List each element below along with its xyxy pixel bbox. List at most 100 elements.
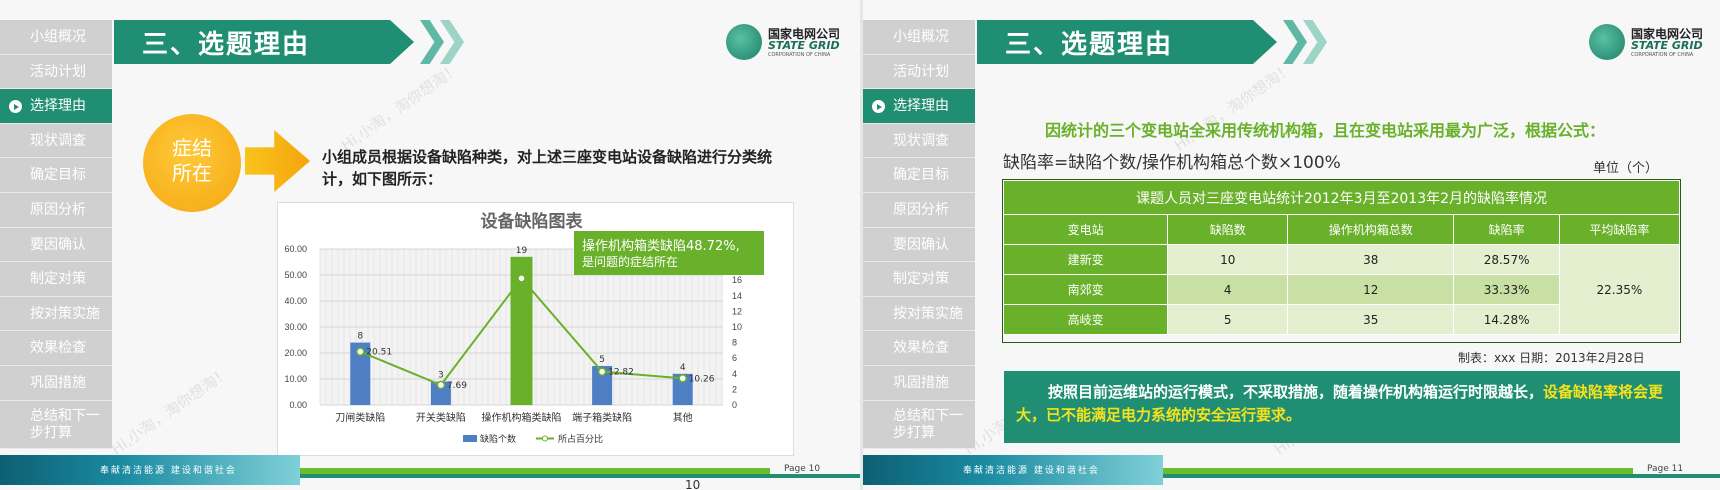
sidebar-item-label: 按对策实施 xyxy=(30,305,100,322)
sidebar-item-key-cause[interactable]: 要因确认 xyxy=(863,227,975,263)
bar-value-label: 3 xyxy=(438,371,444,381)
category-label: 其他 xyxy=(673,411,693,424)
sidebar-item-label: 选择理由 xyxy=(30,98,86,115)
sidebar-item-cause-analysis[interactable]: 原因分析 xyxy=(0,192,112,228)
footer-slogan: 奉献清洁能源 建设和谐社会 xyxy=(963,466,1100,476)
sidebar-item-key-cause[interactable]: 要因确认 xyxy=(0,227,112,263)
sidebar-item-label: 原因分析 xyxy=(893,201,949,218)
sidebar-item-summary[interactable]: 总结和下一步打算 xyxy=(0,400,112,449)
intro-text: 因统计的三个变电站全采用传统机构箱，且在变电站采用最为广泛，根据公式： xyxy=(1045,121,1606,140)
table-row: 建新变 10 38 28.57% 22.35% xyxy=(1002,244,1681,335)
callout-text: 操作机构箱类缺陷48.72%, xyxy=(582,238,740,254)
sidebar-item-status-survey[interactable]: 现状调查 xyxy=(0,123,112,159)
sidebar-item-consolidation[interactable]: 巩固措施 xyxy=(0,365,112,401)
page-number: Page 10 xyxy=(784,464,821,474)
sidebar-item-label: 制定对策 xyxy=(30,271,86,288)
line-point xyxy=(597,367,607,376)
right-axis-tick: 12 xyxy=(732,306,742,316)
sidebar-item-set-goal[interactable]: 确定目标 xyxy=(0,158,112,193)
footer: 奉献清洁能源 建设和谐社会 Page 10 xyxy=(0,455,860,485)
defect-rate-table: 课题人员对三座变电站统计2012年3月至2013年2月的缺陷率情况 变电站 缺陷… xyxy=(1002,180,1681,335)
sidebar-item-activity-plan[interactable]: 活动计划 xyxy=(863,54,975,90)
sidebar-item-label: 选择理由 xyxy=(893,98,949,115)
sidebar-item-status-survey[interactable]: 现状调查 xyxy=(863,123,975,159)
legend-swatch xyxy=(542,435,548,442)
footer-banner: 奉献清洁能源 建设和谐社会 xyxy=(863,455,1163,485)
sidebar-item-label: 总结和下一步打算 xyxy=(893,407,963,441)
sidebar-item-label: 巩固措施 xyxy=(30,374,86,391)
globe-icon xyxy=(1589,24,1625,60)
chevron-right-icon xyxy=(420,20,444,64)
left-axis-tick: 10.00 xyxy=(284,374,307,384)
table-caption: 课题人员对三座变电站统计2012年3月至2013年2月的缺陷率情况 xyxy=(1003,180,1680,215)
sidebar-nav: 小组概况 活动计划 选择理由 现状调查 确定目标 原因分析 要因确认 制定对策 … xyxy=(0,20,112,449)
sidebar-item-effect-check[interactable]: 效果检查 xyxy=(863,331,975,366)
sidebar-item-summary[interactable]: 总结和下一步打算 xyxy=(863,400,975,449)
table-header: 缺陷数 xyxy=(1167,214,1289,245)
left-axis-tick: 50.00 xyxy=(284,270,307,280)
line-point xyxy=(436,380,446,390)
defect-chart-svg: 0.00 10.00 20.00 30.00 40.00 50.00 60.00 0 2 4 6 8 1… xyxy=(284,211,764,445)
sidebar-item-label: 现状调查 xyxy=(893,132,949,149)
watermark: Hi,小淘，淘你想淘！ xyxy=(107,363,233,459)
sidebar-item-implementation[interactable]: 按对策实施 xyxy=(0,296,112,332)
slide-number: 10 xyxy=(685,478,701,490)
sidebar-item-cause-analysis[interactable]: 原因分析 xyxy=(863,192,975,228)
sidebar-item-label: 巩固措施 xyxy=(893,374,949,391)
right-axis-tick: 4 xyxy=(732,369,737,379)
sidebar-item-set-goal[interactable]: 确定目标 xyxy=(863,158,975,193)
table-header: 操作机构箱总数 xyxy=(1287,214,1455,245)
footer: 奉献清洁能源 建设和谐社会 Page 11 xyxy=(863,455,1720,485)
left-axis-tick: 0.00 xyxy=(289,400,307,410)
sidebar-item-consolidation[interactable]: 巩固措施 xyxy=(863,365,975,401)
table-header: 缺陷率 xyxy=(1453,214,1560,245)
line-value-label: 12.82 xyxy=(608,368,634,378)
chevron-right-icon xyxy=(1283,20,1307,64)
right-axis-tick: 0 xyxy=(732,400,737,410)
footer-stripe xyxy=(1163,474,1720,478)
crux-circle: 症结 所在 xyxy=(143,114,241,212)
sidebar-item-topic-reason[interactable]: 选择理由 xyxy=(0,89,112,124)
sidebar-item-group-overview[interactable]: 小组概况 xyxy=(0,20,112,55)
right-axis-tick: 10 xyxy=(732,322,742,332)
bar-value-label: 8 xyxy=(357,332,363,342)
sidebar-item-label: 总结和下一步打算 xyxy=(30,407,100,441)
sidebar-item-group-overview[interactable]: 小组概况 xyxy=(863,20,975,55)
right-axis-tick: 6 xyxy=(732,353,737,363)
formula-text: 缺陷率=缺陷个数/操作机构箱总个数×100% xyxy=(1003,153,1341,173)
line-point xyxy=(517,274,526,283)
sidebar-item-label: 活动计划 xyxy=(30,63,86,80)
sidebar-item-effect-check[interactable]: 效果检查 xyxy=(0,331,112,366)
sidebar-item-activity-plan[interactable]: 活动计划 xyxy=(0,54,112,90)
sidebar-item-label: 效果检查 xyxy=(893,340,949,357)
right-axis-tick: 8 xyxy=(732,338,737,348)
play-circle-icon xyxy=(9,100,22,114)
sidebar-item-implementation[interactable]: 按对策实施 xyxy=(863,296,975,332)
page-number: Page 11 xyxy=(1647,464,1684,474)
arrow-right-icon xyxy=(245,130,310,192)
title-banner: 三、选题理由 xyxy=(977,20,1277,64)
callout-text: 是问题的症结所在 xyxy=(582,254,678,269)
left-axis-tick: 60.00 xyxy=(284,244,307,254)
sidebar-item-countermeasures[interactable]: 制定对策 xyxy=(0,262,112,297)
title-banner: 三、选题理由 xyxy=(114,20,414,64)
sidebar-item-label: 活动计划 xyxy=(893,63,949,80)
page-title: 三、选题理由 xyxy=(1005,30,1174,60)
left-axis-tick: 20.00 xyxy=(284,348,307,358)
state-grid-logo: 国家电网公司 STATE GRID CORPORATION OF CHINA xyxy=(726,24,856,64)
sidebar-item-label: 原因分析 xyxy=(30,201,86,218)
play-circle-icon xyxy=(872,100,885,114)
globe-icon xyxy=(726,24,762,60)
sidebar-item-label: 效果检查 xyxy=(30,340,86,357)
unit-label: 单位（个） xyxy=(1593,161,1659,176)
defect-chart: 0.00 10.00 20.00 30.00 40.00 50.00 60.00 0 2 4 6 8 1… xyxy=(277,202,794,456)
sidebar-item-topic-reason[interactable]: 选择理由 xyxy=(863,89,975,124)
sidebar-item-countermeasures[interactable]: 制定对策 xyxy=(863,262,975,297)
right-axis-tick: 14 xyxy=(732,291,742,301)
description-text: 小组成员根据设备缺陷种类，对上述三座变电站设备缺陷进行分类统计，如下图所示： xyxy=(322,148,773,188)
sidebar-item-label: 小组概况 xyxy=(893,29,949,45)
legend-label: 所占百分比 xyxy=(558,433,603,445)
footer-stripe xyxy=(300,474,860,478)
average-rate: 22.35% xyxy=(1558,244,1681,335)
left-axis-tick: 40.00 xyxy=(284,296,307,306)
